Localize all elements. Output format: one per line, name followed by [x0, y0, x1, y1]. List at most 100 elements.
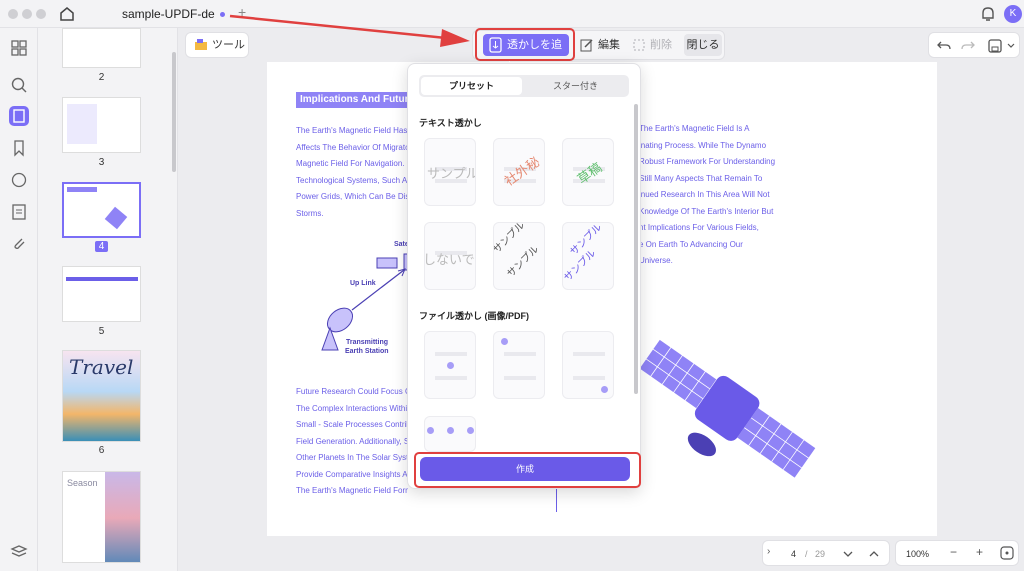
undo-icon[interactable]: [937, 39, 951, 53]
notification-bell-icon[interactable]: [980, 5, 996, 23]
previous-page-icon[interactable]: [869, 550, 879, 558]
paragraph-line: Other Planets In The Solar Syste: [296, 453, 408, 462]
watermark-sample-text: サンプル: [427, 166, 476, 181]
watermark-sample-text: サンプル: [505, 243, 542, 280]
paragraph-line: e On Earth To Advancing Our: [639, 239, 743, 249]
next-page-icon[interactable]: [843, 550, 853, 558]
page-thumbnail[interactable]: [62, 266, 141, 322]
sidebar-toggle-icon[interactable]: ›: [767, 546, 770, 557]
watermark-sample-text: サンプル: [562, 247, 599, 284]
window-close-icon[interactable]: [8, 9, 18, 19]
left-tool-rail: [0, 28, 38, 571]
delete-label: 削除: [650, 39, 672, 51]
paragraph-line: inued Research In This Area Will Not: [639, 190, 770, 199]
paragraph-line: inating Process. While The Dynamo: [639, 140, 767, 150]
watermark-preset-tile[interactable]: サンプル サンプル: [562, 222, 614, 290]
zoom-in-icon[interactable]: +: [976, 545, 983, 559]
paragraph-line: Magnetic Field For Navigation. It: [296, 159, 408, 168]
document-tab[interactable]: sample-UPDF-de: [92, 0, 232, 28]
satellite-uplink-diagram: [321, 253, 412, 351]
file-watermark-tile[interactable]: [424, 331, 476, 399]
highlight-box: [414, 452, 641, 488]
delete-watermark-button[interactable]: 削除: [630, 34, 680, 56]
satellite-illustration: [638, 338, 816, 478]
file-watermark-tile[interactable]: [424, 416, 476, 452]
annotation-arrow: [229, 14, 470, 47]
fit-view-icon[interactable]: [1000, 546, 1014, 560]
thumbnail-cover-title: Season: [67, 478, 98, 488]
paragraph-line: Universe.: [639, 256, 673, 265]
thumbnail-page-number: 6: [98, 445, 105, 456]
thumbnails-grid-icon[interactable]: [9, 38, 29, 58]
window-zoom-icon[interactable]: [36, 9, 46, 19]
title-bar: sample-UPDF-de + K: [0, 0, 1024, 28]
thumbnail-panel: 2 3 4 5 Travel 6 Season: [38, 28, 178, 571]
toolbox-icon: [195, 39, 207, 50]
watermark-sample-text: 社外秘: [501, 153, 543, 189]
paragraph-line: nt Implications For Various Fields,: [639, 223, 759, 232]
tab-starred[interactable]: スター付き: [524, 77, 627, 95]
paragraph-line: The Earth's Magnetic Field Has F: [296, 126, 408, 135]
paragraph-line: Power Grids, Which Can Be Disr: [296, 192, 408, 201]
close-watermark-button[interactable]: 閉じる: [684, 34, 722, 56]
attachment-icon[interactable]: [9, 233, 29, 253]
page-thumbnail[interactable]: [62, 97, 141, 153]
watermark-preset-tile[interactable]: 草稿: [562, 138, 614, 206]
watermark-sample-text: 草稿: [574, 159, 605, 187]
paragraph-line: Provide Comparative Insights An: [296, 469, 408, 479]
watermark-preset-tile[interactable]: サンプル: [424, 138, 476, 206]
highlight-box: [475, 28, 575, 61]
diagram-label-transmitting: Transmitting: [346, 339, 389, 346]
edit-watermark-button[interactable]: 編集: [578, 34, 626, 56]
unsaved-indicator: [220, 12, 225, 17]
avatar[interactable]: K: [1004, 5, 1022, 23]
file-watermark-tile[interactable]: [562, 331, 614, 399]
thumbnail-page-number: 3: [98, 157, 105, 168]
tab-preset[interactable]: プリセット: [421, 77, 522, 95]
save-icon[interactable]: [987, 38, 1003, 54]
edit-icon: [580, 39, 593, 52]
popup-scrollbar[interactable]: [634, 104, 638, 394]
page-thumbnail[interactable]: Season: [62, 471, 141, 563]
paragraph-line: The Earth's Magnetic Field Is A: [639, 124, 750, 133]
thumbnail-scrollbar[interactable]: [172, 52, 176, 172]
paragraph-line: Technological Systems, Such As: [296, 175, 408, 185]
paragraph-line: Storms.: [296, 208, 324, 218]
thumbnail-page-number: 4: [62, 241, 141, 252]
chevron-down-icon[interactable]: [1007, 42, 1015, 50]
redo-icon[interactable]: [961, 39, 975, 53]
watermark-preset-tile[interactable]: サンプル サンプル: [493, 222, 545, 290]
diagram-label-earth-station: Earth Station: [345, 348, 389, 355]
page-guide-line: [556, 488, 557, 512]
watermark-popup: プリセット スター付き テキスト透かし サンプル 社外秘 草稿 しないでく サン…: [407, 63, 641, 489]
layers-icon[interactable]: [9, 542, 29, 562]
paragraph-line: Small - Scale Processes Contribu: [296, 420, 408, 429]
total-pages: 29: [815, 549, 826, 559]
page-thumbnail[interactable]: [62, 28, 141, 68]
page-thumbnail-selected[interactable]: [62, 182, 141, 238]
watermark-preset-tile[interactable]: 社外秘: [493, 138, 545, 206]
page-edit-icon[interactable]: [9, 106, 29, 126]
organize-pages-icon[interactable]: [9, 202, 29, 222]
watermark-preset-tile[interactable]: しないでく: [424, 222, 476, 290]
page-navigator: › 4 / 29: [762, 540, 890, 566]
page-thumbnail[interactable]: Travel: [62, 350, 141, 442]
history-toolbar: [928, 32, 1020, 58]
page-separator: /: [805, 549, 808, 559]
watermark-tabs: プリセット スター付き: [419, 75, 629, 97]
text-watermark-heading: テキスト透かし: [419, 118, 482, 128]
file-watermark-heading: ファイル透かし (画像/PDF): [419, 311, 529, 321]
window-minimize-icon[interactable]: [22, 9, 32, 19]
document-tab-label: sample-UPDF-de: [122, 7, 215, 21]
zoom-level[interactable]: 100%: [906, 549, 929, 559]
paragraph-line: Knowledge Of The Earth's Interior But: [639, 206, 774, 216]
file-watermark-tile[interactable]: [493, 331, 545, 399]
zoom-out-icon[interactable]: −: [950, 545, 957, 559]
current-page[interactable]: 4: [791, 549, 796, 559]
diagram-label-uplink: Up Link: [350, 280, 376, 287]
comment-icon[interactable]: [9, 170, 29, 190]
paragraph-line: Future Research Could Focus On: [296, 387, 408, 396]
search-icon[interactable]: [9, 75, 29, 95]
home-icon[interactable]: [58, 5, 76, 23]
bookmark-icon[interactable]: [9, 138, 29, 158]
